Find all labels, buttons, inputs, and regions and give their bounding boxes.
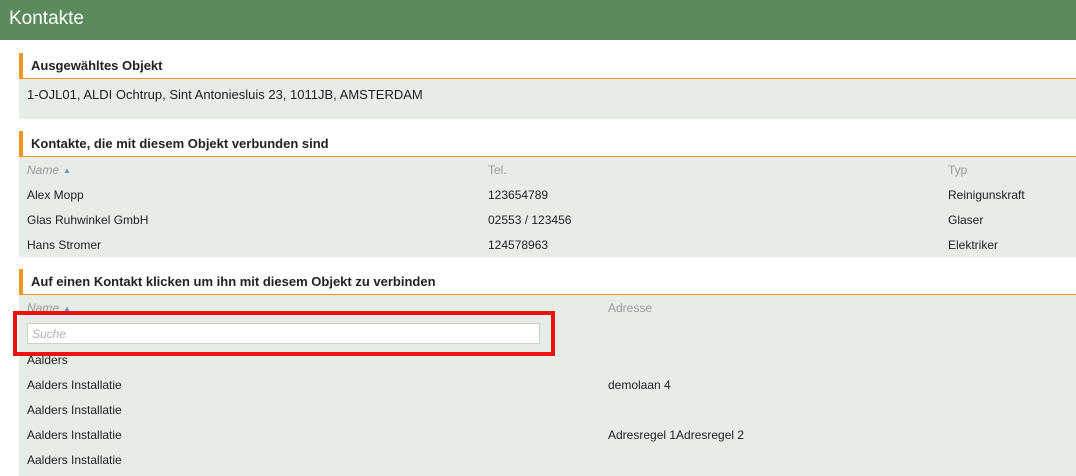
linked-contacts-heading: Kontakte, die mit diesem Objekt verbunde… (19, 131, 1076, 157)
contact-name: Aalders Installatie (27, 453, 122, 467)
column-header-address[interactable]: Adresse (608, 301, 652, 315)
contact-name: Aalders Installatie (27, 428, 122, 442)
contact-tel: 02553 / 123456 (488, 213, 572, 227)
contact-type: Glaser (948, 213, 984, 227)
sort-ascending-icon: ▲ (63, 166, 71, 175)
contact-name: Aalders Installatie (27, 403, 122, 417)
contact-address: Adresregel 1Adresregel 2 (608, 428, 745, 442)
contact-type: Elektriker (948, 238, 999, 252)
column-header-tel[interactable]: Tel. (488, 163, 507, 177)
contact-address: demolaan 4 (608, 378, 671, 392)
search-input[interactable] (27, 323, 540, 344)
contact-name: Aalders Installatie (27, 378, 122, 392)
contact-name: Hans Stromer (27, 238, 102, 252)
contact-name: Aalders (27, 353, 68, 367)
contact-name: Alex Mopp (27, 188, 84, 202)
column-header-name[interactable]: Name ▲ (27, 163, 71, 177)
contact-tel: 124578963 (488, 238, 549, 252)
contact-name: Glas Ruhwinkel GmbH (27, 213, 149, 227)
contact-type: Reinigunskraft (948, 188, 1025, 202)
selected-object-heading: Ausgewähltes Objekt (19, 53, 1076, 79)
window-title: Kontakte (0, 0, 1076, 40)
available-contacts-heading: Auf einen Kontakt klicken um ihn mit die… (19, 269, 1076, 295)
column-header-type[interactable]: Typ (948, 163, 967, 177)
selected-object-text: 1-OJL01, ALDI Ochtrup, Sint Antoniesluis… (27, 87, 423, 102)
contact-tel: 123654789 (488, 188, 549, 202)
